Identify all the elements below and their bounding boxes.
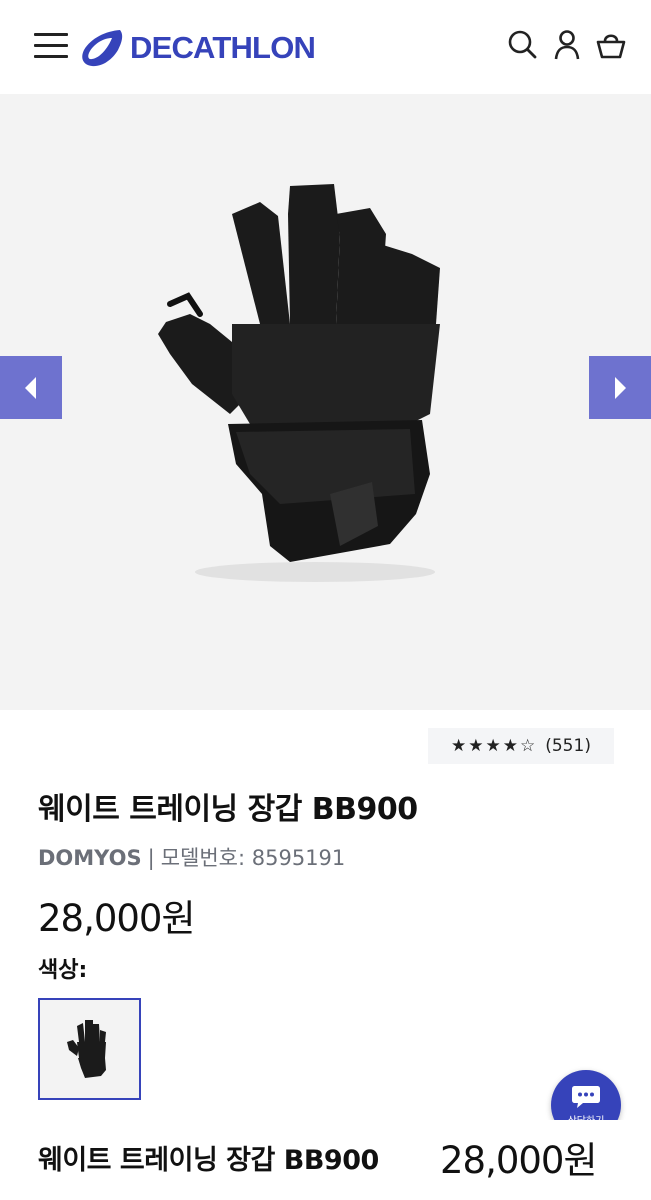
menu-icon[interactable] xyxy=(34,33,68,61)
product-price: 28,000원 xyxy=(38,897,196,940)
cart-icon[interactable] xyxy=(594,28,628,62)
product-meta: DOMYOS | 모델번호: 8595191 xyxy=(38,842,345,872)
meta-separator: | xyxy=(147,846,155,870)
color-swatch-black[interactable] xyxy=(38,998,141,1100)
chevron-left-icon xyxy=(25,376,36,399)
user-icon[interactable] xyxy=(550,28,584,62)
product-title: 웨이트 트레이닝 장갑 BB900 xyxy=(38,792,418,827)
sticky-product-bar: 웨이트 트레이닝 장갑 BB900 28,000원 xyxy=(0,1120,651,1200)
decathlon-logo[interactable]: DECATHLON xyxy=(80,26,316,70)
model-number: 8595191 xyxy=(251,846,346,870)
color-label: 색상: xyxy=(38,958,88,983)
next-image-button[interactable] xyxy=(589,356,651,419)
brand-link[interactable]: DOMYOS xyxy=(38,846,142,870)
model-label: 모델번호: xyxy=(160,846,246,870)
product-image-gallery[interactable] xyxy=(0,94,651,710)
logo-text: DECATHLON xyxy=(130,30,316,65)
rating-badge[interactable]: ★★★★☆ (551) xyxy=(428,728,614,764)
sticky-product-price: 28,000원 xyxy=(440,1139,598,1182)
previous-image-button[interactable] xyxy=(0,356,62,419)
site-header: DECATHLON xyxy=(0,0,651,94)
fingerless-gym-glove-photo xyxy=(140,174,470,598)
review-count: (551) xyxy=(545,736,591,756)
chevron-right-icon xyxy=(615,376,626,399)
search-icon[interactable] xyxy=(506,28,540,62)
chat-bubble-icon xyxy=(572,1085,600,1108)
sticky-product-title: 웨이트 트레이닝 장갑 BB900 xyxy=(38,1145,379,1176)
logo-mark-icon xyxy=(82,30,123,67)
glove-thumbnail xyxy=(66,1020,106,1078)
rating-stars: ★★★★☆ xyxy=(451,736,538,756)
